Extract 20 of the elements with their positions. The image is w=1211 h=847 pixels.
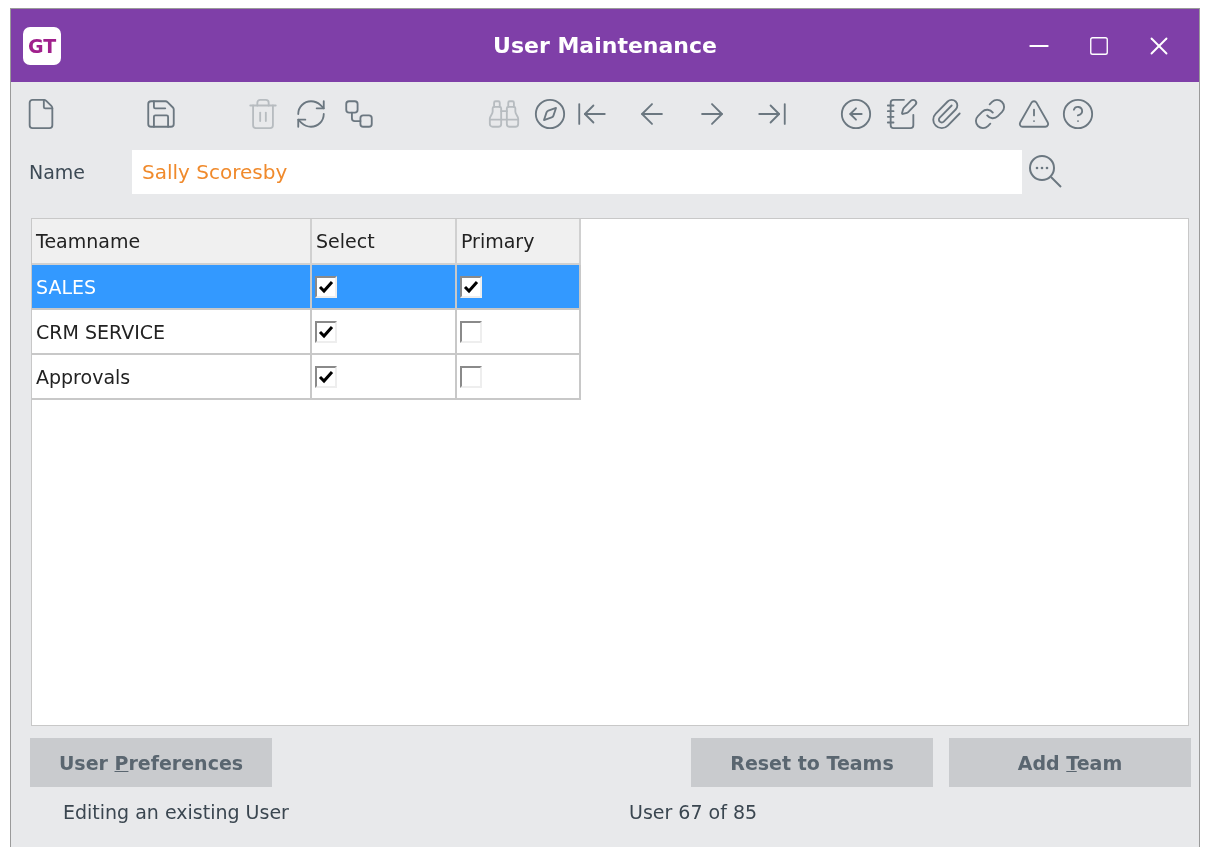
checkbox[interactable] xyxy=(460,276,482,299)
column-header[interactable]: Teamname xyxy=(32,219,311,264)
app-logo: GT xyxy=(23,26,61,65)
table-cell[interactable]: CRM SERVICE xyxy=(32,309,311,354)
maximize-icon[interactable] xyxy=(1088,34,1110,57)
action-button[interactable]: Add Team xyxy=(949,738,1191,787)
record-position: User 67 of 85 xyxy=(629,801,759,823)
window-title: User Maintenance xyxy=(492,33,718,58)
checkbox[interactable] xyxy=(315,321,337,344)
checkbox[interactable] xyxy=(315,366,337,389)
action-button[interactable]: Reset to Teams xyxy=(691,738,933,787)
checkbox[interactable] xyxy=(460,366,482,389)
checkbox[interactable] xyxy=(460,321,482,344)
name-label: Name xyxy=(29,161,87,183)
table-cell[interactable]: Approvals xyxy=(32,354,311,399)
action-button[interactable]: User Preferences xyxy=(30,738,272,787)
column-header[interactable]: Primary xyxy=(456,219,580,264)
checkbox[interactable] xyxy=(315,276,337,299)
column-header[interactable]: Select xyxy=(311,219,456,264)
status-message: Editing an existing User xyxy=(63,801,290,823)
